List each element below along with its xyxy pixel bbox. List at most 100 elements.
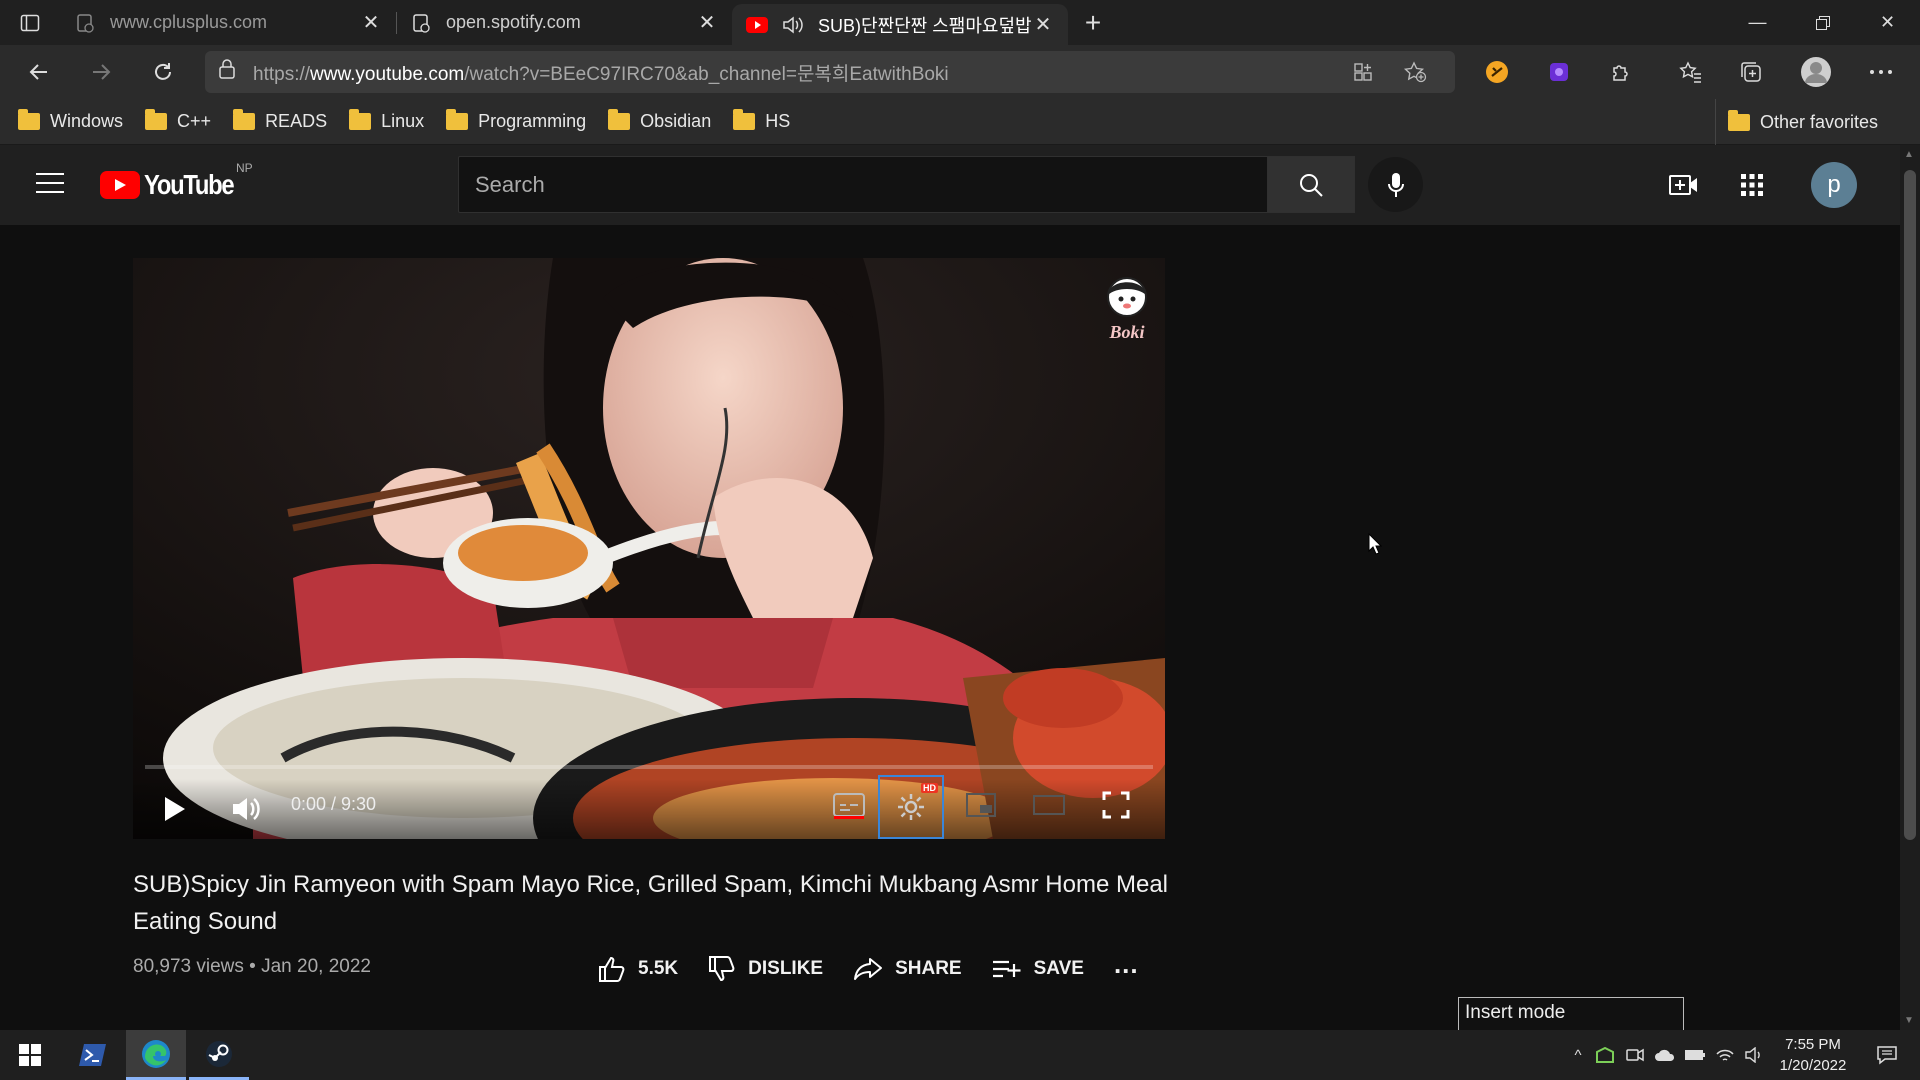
- fullscreen-icon: [1102, 791, 1130, 819]
- mute-button[interactable]: [231, 795, 261, 823]
- search-button[interactable]: [1267, 156, 1355, 213]
- miniplayer-icon: [966, 793, 996, 817]
- folder-icon: [349, 109, 372, 130]
- subtitles-icon: [833, 793, 865, 817]
- tab-actions-icon: [20, 14, 40, 31]
- taskbar-powershell[interactable]: [63, 1030, 123, 1080]
- fullscreen-button[interactable]: [1096, 787, 1136, 823]
- account-avatar[interactable]: p: [1811, 162, 1857, 208]
- close-window-icon[interactable]: ✕: [1855, 0, 1920, 45]
- scrollbar-thumb[interactable]: [1904, 170, 1916, 840]
- search-placeholder: Search: [475, 171, 545, 197]
- folder-icon: [18, 109, 40, 130]
- scroll-down-icon[interactable]: ▼: [1904, 1015, 1914, 1026]
- share-label: SHARE: [895, 958, 962, 979]
- tab-youtube[interactable]: SUB)단짠단짠 스팸마요덮밥 ✕: [732, 4, 1068, 45]
- url-prefix: https://: [253, 63, 311, 85]
- minimize-icon[interactable]: —: [1725, 0, 1790, 45]
- restore-icon[interactable]: [1790, 0, 1855, 45]
- country-code: NP: [236, 161, 253, 175]
- search-input[interactable]: Search: [458, 156, 1268, 213]
- favorite-folder[interactable]: Linux: [349, 109, 424, 132]
- close-tab-icon[interactable]: ✕: [1032, 14, 1054, 36]
- page-scrollbar[interactable]: ▲ ▼: [1900, 145, 1920, 1030]
- extension-purple-icon[interactable]: [1528, 45, 1590, 99]
- forward-button[interactable]: [70, 45, 132, 99]
- favorite-folder[interactable]: HS: [733, 109, 790, 132]
- theater-mode-button[interactable]: [1029, 787, 1069, 823]
- voice-search-button[interactable]: [1368, 157, 1423, 212]
- new-tab-button[interactable]: +: [1068, 0, 1118, 45]
- more-actions-button[interactable]: ...: [1114, 949, 1139, 980]
- favorite-folder[interactable]: READS: [233, 109, 327, 132]
- settings-button[interactable]: HD: [878, 775, 944, 839]
- refresh-icon: [155, 63, 171, 80]
- sleeping-tab-icon: [74, 12, 96, 34]
- taskbar-clock[interactable]: 7:55 PM 1/20/2022: [1768, 1034, 1858, 1076]
- back-button[interactable]: [8, 45, 70, 99]
- video-player[interactable]: Boki 0:00 / 9:30 HD: [133, 258, 1165, 839]
- channel-watermark[interactable]: Boki: [1099, 273, 1155, 343]
- favorite-folder[interactable]: Windows: [18, 109, 123, 132]
- system-tray: ^: [1566, 1030, 1770, 1080]
- thumbs-down-icon: [709, 956, 735, 982]
- tab-actions-button[interactable]: [0, 0, 60, 45]
- thumbs-up-icon: [599, 956, 625, 982]
- add-favorite-icon[interactable]: [1389, 61, 1441, 83]
- lock-icon[interactable]: [219, 59, 235, 85]
- save-button[interactable]: SAVE: [992, 958, 1084, 980]
- refresh-button[interactable]: [132, 45, 194, 99]
- favorite-label: C++: [177, 111, 212, 131]
- other-favorites-folder[interactable]: Other favorites: [1714, 99, 1878, 145]
- youtube-header: YouTube NP Search p: [0, 145, 1900, 225]
- close-tab-icon[interactable]: ✕: [360, 12, 382, 34]
- profile-avatar-icon[interactable]: [1785, 45, 1847, 99]
- taskbar-steam[interactable]: [189, 1030, 249, 1080]
- tray-app-icon[interactable]: [1590, 1047, 1620, 1063]
- onedrive-cloud-icon[interactable]: [1650, 1048, 1680, 1062]
- start-button[interactable]: [0, 1030, 60, 1080]
- theater-mode-icon: [1033, 795, 1065, 815]
- tab-spotify[interactable]: open.spotify.com ✕: [396, 0, 732, 45]
- meet-now-icon[interactable]: [1620, 1047, 1650, 1063]
- app-available-icon[interactable]: [1337, 62, 1389, 82]
- video-progress-bar[interactable]: [145, 765, 1153, 769]
- apps-grid-icon[interactable]: [1734, 167, 1770, 203]
- miniplayer-button[interactable]: [961, 787, 1001, 823]
- menu-hamburger-icon[interactable]: [36, 173, 64, 195]
- video-frame-image: [133, 258, 1165, 839]
- clock-date: 1/20/2022: [1779, 1057, 1847, 1074]
- like-button[interactable]: 5.5K: [598, 956, 678, 982]
- extension-honey-icon[interactable]: [1466, 45, 1528, 99]
- dislike-button[interactable]: DISLIKE: [708, 956, 823, 982]
- tab-cplusplus[interactable]: www.cplusplus.com ✕: [60, 0, 396, 45]
- volume-tray-icon[interactable]: [1740, 1047, 1770, 1063]
- share-button[interactable]: SHARE: [853, 957, 962, 981]
- favorite-folder[interactable]: C++: [145, 109, 212, 132]
- action-center-button[interactable]: [1862, 1030, 1912, 1080]
- url-domain: www.youtube.com: [310, 63, 465, 85]
- close-tab-icon[interactable]: ✕: [696, 12, 718, 34]
- show-hidden-icons-icon[interactable]: ^: [1566, 1047, 1590, 1064]
- url-text: https://www.youtube.com/watch?v=BEeC97IR…: [253, 59, 1337, 86]
- create-video-icon[interactable]: [1666, 167, 1702, 203]
- wifi-icon[interactable]: [1710, 1047, 1740, 1063]
- settings-more-icon[interactable]: [1850, 45, 1912, 99]
- favorites-icon[interactable]: [1660, 45, 1722, 99]
- playlist-add-icon: [992, 960, 1021, 978]
- scroll-up-icon[interactable]: ▲: [1904, 149, 1914, 160]
- favorite-folder[interactable]: Programming: [446, 109, 586, 132]
- address-bar[interactable]: https://www.youtube.com/watch?v=BEeC97IR…: [205, 51, 1455, 93]
- favorite-folder[interactable]: Obsidian: [608, 109, 711, 132]
- youtube-logo[interactable]: YouTube NP: [100, 161, 253, 201]
- subtitles-button[interactable]: [826, 787, 872, 823]
- battery-icon[interactable]: [1680, 1049, 1710, 1061]
- tab-title: SUB)단짠단짠 스팸마요덮밥: [818, 15, 1032, 36]
- play-button[interactable]: [163, 795, 187, 823]
- collections-icon[interactable]: [1720, 45, 1782, 99]
- extensions-puzzle-icon[interactable]: [1590, 45, 1652, 99]
- more-actions-icon: ...: [1113, 948, 1139, 979]
- taskbar-edge[interactable]: [126, 1030, 186, 1080]
- tab-title: www.cplusplus.com: [110, 12, 268, 32]
- speaker-audio-icon[interactable]: [782, 14, 804, 36]
